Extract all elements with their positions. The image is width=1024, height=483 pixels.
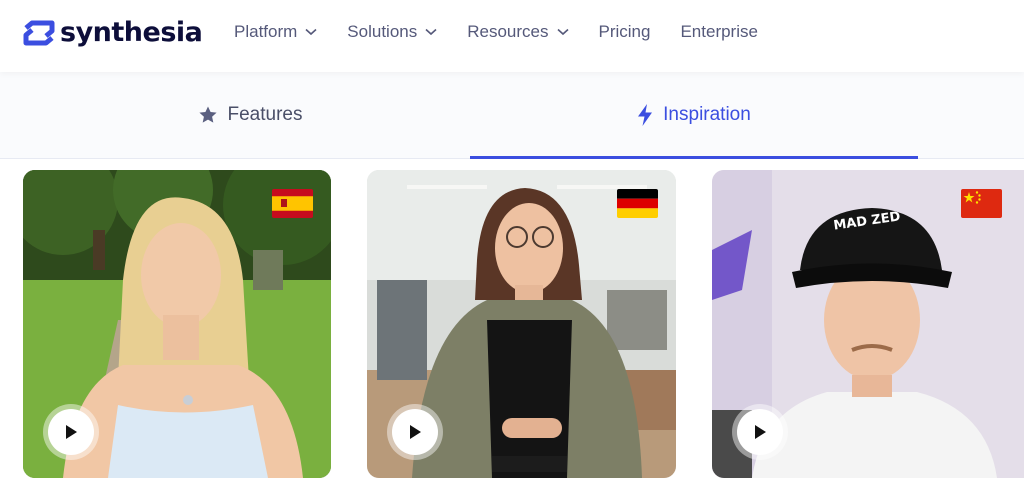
active-tab-indicator — [470, 156, 918, 159]
nav-item-label: Resources — [467, 22, 549, 41]
nav-item-resources[interactable]: Resources — [467, 22, 569, 42]
star-icon — [198, 106, 217, 123]
tab-label: Inspiration — [663, 104, 751, 125]
logo-mark-icon — [23, 20, 55, 45]
chevron-down-icon — [425, 28, 437, 36]
nav-item-solutions[interactable]: Solutions — [347, 22, 437, 42]
play-button[interactable] — [732, 404, 788, 460]
chevron-down-icon — [305, 28, 317, 36]
video-card-german[interactable] — [367, 170, 676, 478]
germany-flag-icon — [617, 189, 658, 218]
nav-item-pricing[interactable]: Pricing — [599, 22, 651, 42]
tab-label: Features — [227, 104, 303, 125]
chevron-down-icon — [556, 28, 569, 36]
tab-inspiration[interactable]: Inspiration — [470, 72, 918, 158]
lightning-icon — [638, 104, 653, 126]
synthesia-logo[interactable]: synthesia — [22, 17, 203, 48]
top-navigation: synthesia Platform Solutions Resources P… — [0, 0, 1024, 72]
play-button-circle — [392, 409, 438, 455]
play-button[interactable] — [387, 404, 443, 460]
play-icon — [410, 425, 421, 439]
nav-item-label: Solutions — [347, 22, 418, 41]
nav-item-label: Pricing — [598, 22, 651, 41]
video-card-spanish[interactable] — [23, 170, 331, 478]
nav-item-platform[interactable]: Platform — [234, 22, 317, 42]
china-flag-icon — [961, 189, 1002, 218]
main-menu: Platform Solutions Resources Pricing Ent… — [234, 22, 788, 42]
play-button-circle — [737, 409, 783, 455]
play-button-circle — [48, 409, 94, 455]
tabs-bar: Features Inspiration — [0, 72, 1024, 158]
nav-item-label: Enterprise — [680, 22, 758, 41]
nav-item-enterprise[interactable]: Enterprise — [680, 22, 757, 42]
tab-features[interactable]: Features — [110, 72, 390, 158]
video-card-chinese[interactable]: MAD ZED — [712, 170, 1024, 478]
play-icon — [755, 425, 766, 439]
play-button[interactable] — [43, 404, 99, 460]
nav-item-label: Platform — [234, 22, 298, 41]
play-icon — [66, 425, 77, 439]
logo-text: synthesia — [60, 17, 203, 48]
spain-flag-icon — [272, 189, 313, 218]
